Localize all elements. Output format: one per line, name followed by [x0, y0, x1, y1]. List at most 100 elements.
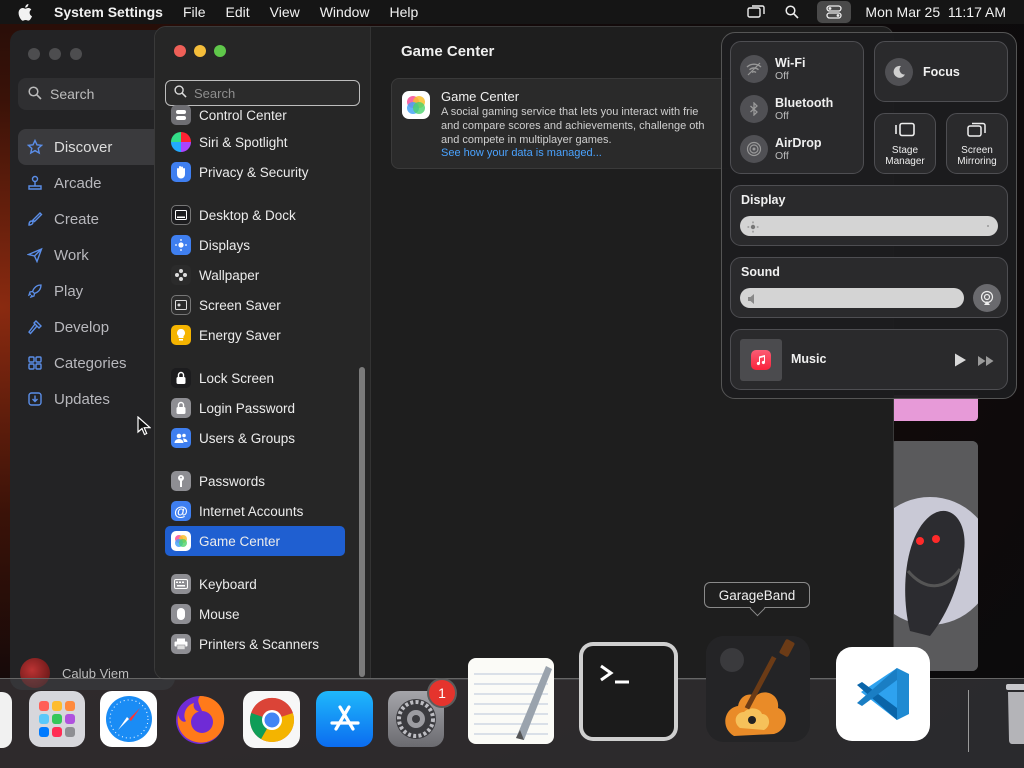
stage-manager-button[interactable]: Stage Manager [874, 113, 936, 174]
airdrop-toggle[interactable]: AirDrop Off [740, 135, 822, 163]
nav-arcade[interactable]: Arcade [18, 165, 168, 201]
sidebar-item-siri-spotlight[interactable]: Siri & Spotlight [165, 127, 345, 157]
sidebar-item-internet-accounts[interactable]: @ Internet Accounts [165, 496, 345, 526]
label-line: Manager [885, 156, 925, 167]
spotlight-search-icon[interactable] [781, 2, 803, 22]
play-icon[interactable] [953, 352, 967, 373]
settings-sidebar: Search Control Center Siri & Spotlight P… [155, 27, 371, 679]
star-icon [26, 138, 44, 156]
music-app-icon [751, 350, 771, 370]
terminal-icon[interactable] [579, 642, 678, 741]
menu-clock[interactable]: Mon Mar 25 11:17 AM [865, 4, 1006, 20]
sidebar-item-privacy-security[interactable]: Privacy & Security [165, 157, 345, 187]
app-store-icon[interactable] [316, 691, 373, 747]
garageband-icon[interactable] [706, 636, 810, 742]
minimize-button[interactable] [194, 45, 206, 57]
nav-updates[interactable]: Updates [18, 381, 168, 417]
download-icon [26, 390, 44, 408]
menu-file[interactable]: File [183, 4, 206, 20]
at-sign-icon: @ [171, 501, 191, 521]
sidebar-item-wallpaper[interactable]: Wallpaper [165, 260, 345, 290]
zoom-button[interactable] [214, 45, 226, 57]
nav-work[interactable]: Work [18, 237, 168, 273]
textedit-icon[interactable] [468, 658, 554, 744]
chrome-icon[interactable] [243, 691, 300, 748]
dock-app-partial[interactable] [0, 692, 12, 748]
sidebar-item-screen-saver[interactable]: Screen Saver [165, 290, 345, 320]
nav-create[interactable]: Create [18, 201, 168, 237]
apple-menu-icon[interactable] [18, 2, 38, 22]
launchpad-icon[interactable] [29, 691, 85, 747]
sidebar-item-label: Game Center [199, 533, 281, 549]
sound-module: Sound [730, 257, 1008, 318]
wifi-status: Off [775, 70, 789, 82]
brush-icon [26, 210, 44, 228]
bluetooth-icon [740, 95, 768, 123]
zoom-button[interactable] [70, 48, 82, 60]
data-management-link[interactable]: See how your data is managed... [441, 147, 602, 159]
sidebar-item-lock-screen[interactable]: Lock Screen [165, 363, 345, 393]
description-line: and compare scores and achievements, cha… [441, 120, 705, 132]
nav-discover[interactable]: Discover [18, 129, 168, 165]
moon-icon [885, 57, 913, 86]
nav-label: Updates [54, 390, 110, 408]
minimize-button[interactable] [49, 48, 61, 60]
sidebar-item-displays[interactable]: Displays [165, 230, 345, 260]
menu-app-name[interactable]: System Settings [54, 4, 163, 20]
nav-develop[interactable]: Develop [18, 309, 168, 345]
sidebar-item-users-groups[interactable]: Users & Groups [165, 423, 345, 453]
key-icon [171, 471, 191, 491]
sidebar-item-login-password[interactable]: Login Password [165, 393, 345, 423]
wifi-toggle[interactable]: Wi-Fi Off [740, 55, 805, 83]
settings-search-placeholder: Search [194, 85, 236, 101]
brightness-slider[interactable] [740, 216, 998, 236]
sidebar-item-mouse[interactable]: Mouse [165, 599, 345, 629]
focus-button[interactable]: Focus [874, 41, 1008, 102]
wifi-icon [740, 55, 768, 83]
display-module: Display [730, 185, 1008, 246]
grid-icon [26, 354, 44, 372]
screen-mirroring-button[interactable]: Screen Mirroring [946, 113, 1008, 174]
menu-view[interactable]: View [270, 4, 300, 20]
sidebar-item-label: Energy Saver [199, 327, 281, 343]
airplay-audio-icon[interactable] [973, 284, 1001, 312]
screen-mirroring-label: Screen Mirroring [947, 145, 1007, 167]
sidebar-item-game-center[interactable]: Game Center [165, 526, 345, 556]
trash-icon[interactable] [1002, 680, 1024, 750]
mouse-cursor-icon [137, 416, 151, 436]
vscode-icon[interactable] [836, 647, 930, 741]
menu-window[interactable]: Window [320, 4, 370, 20]
sidebar-scrollbar[interactable] [359, 367, 365, 677]
sun-icon [171, 235, 191, 255]
display-label: Display [741, 193, 786, 207]
speaker-muted-icon [747, 292, 759, 304]
sidebar-item-control-center[interactable]: Control Center [165, 103, 345, 127]
screen-share-icon[interactable] [745, 2, 767, 22]
menu-help[interactable]: Help [390, 4, 419, 20]
safari-icon[interactable] [100, 691, 157, 747]
nav-categories[interactable]: Categories [18, 345, 168, 381]
close-button[interactable] [174, 45, 186, 57]
fast-forward-icon[interactable] [977, 354, 995, 372]
volume-slider[interactable] [740, 288, 964, 308]
slider-end-dot [987, 225, 989, 227]
nav-label: Develop [54, 318, 110, 336]
sidebar-item-label: Keyboard [199, 576, 257, 592]
appstore-search-input[interactable]: Search [18, 78, 168, 110]
nav-label: Arcade [54, 174, 102, 192]
bluetooth-toggle[interactable]: Bluetooth Off [740, 95, 833, 123]
airdrop-label: AirDrop [775, 136, 822, 150]
control-center-icon[interactable] [817, 1, 852, 23]
sidebar-item-passwords[interactable]: Passwords [165, 466, 345, 496]
sidebar-item-label: Control Center [199, 107, 287, 123]
sidebar-item-label: Displays [199, 237, 251, 253]
sidebar-item-keyboard[interactable]: Keyboard [165, 569, 345, 599]
menu-edit[interactable]: Edit [226, 4, 250, 20]
sidebar-item-printers-scanners[interactable]: Printers & Scanners [165, 629, 345, 659]
nav-play[interactable]: Play [18, 273, 168, 309]
sidebar-item-desktop-dock[interactable]: Desktop & Dock [165, 200, 345, 230]
close-button[interactable] [28, 48, 40, 60]
sidebar-item-energy-saver[interactable]: Energy Saver [165, 320, 345, 350]
firefox-icon[interactable] [172, 691, 228, 747]
rocket-icon [26, 282, 44, 300]
